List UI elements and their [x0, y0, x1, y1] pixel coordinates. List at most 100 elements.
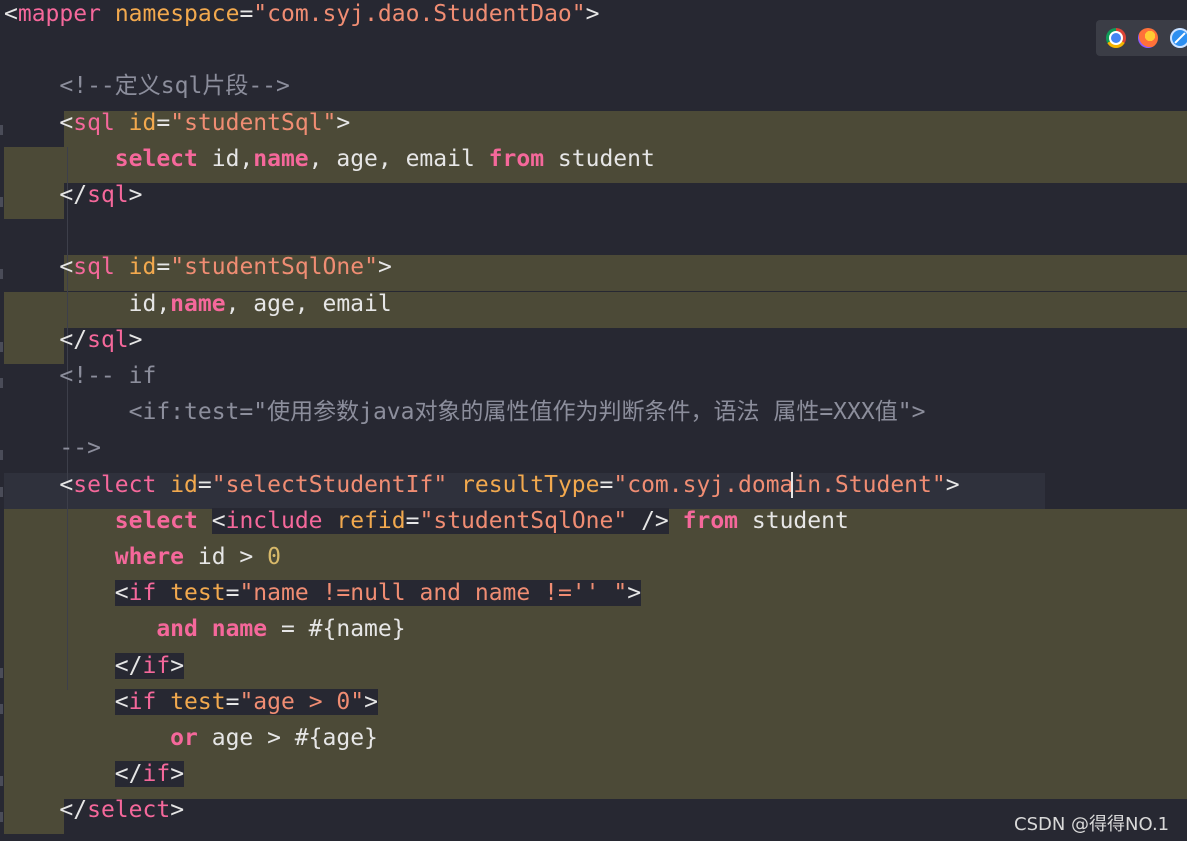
code-line[interactable]: </if>	[4, 756, 185, 792]
code-token-attr: namespace	[114, 1, 240, 27]
fold-marker[interactable]	[0, 197, 3, 207]
fold-marker[interactable]	[0, 704, 3, 714]
code-token-br: <	[114, 689, 129, 715]
fold-marker[interactable]	[0, 269, 3, 279]
code-line[interactable]: <sql id="studentSqlOne">	[4, 249, 391, 285]
code-line[interactable]: </sql>	[4, 177, 142, 213]
code-token-sp	[4, 761, 115, 787]
browser-preview-bar	[1096, 20, 1187, 56]
fold-marker[interactable]	[0, 450, 3, 460]
code-token-attr: test	[170, 580, 226, 606]
code-line[interactable]: where id > 0	[4, 539, 281, 575]
code-token-cm: <!--定义sql片段-->	[59, 73, 290, 99]
code-line[interactable]: <mapper namespace="com.syj.dao.StudentDa…	[4, 0, 600, 32]
code-token-txt: id >	[184, 544, 268, 570]
code-token-kw: from	[488, 146, 545, 172]
code-token-sp	[115, 254, 129, 280]
code-token-txt: = #{name}	[267, 616, 406, 642]
code-token-tag: if	[142, 761, 171, 787]
code-token-attr: test	[170, 689, 226, 715]
code-token-kw: select	[114, 146, 198, 172]
code-token-br: =	[225, 580, 240, 606]
code-token-cm: <if:test="使用参数java对象的属性值作为判断条件，语法 属性=XXX…	[128, 399, 926, 425]
code-token-attr: resultType	[461, 472, 600, 498]
code-token-br: =	[197, 472, 212, 498]
code-token-br: =	[156, 254, 171, 280]
code-token-sp	[4, 472, 59, 498]
code-token-tag: if	[142, 653, 171, 679]
code-token-attr: id	[128, 254, 157, 280]
code-token-attr: refid	[336, 508, 406, 534]
code-token-str: "studentSql"	[170, 110, 337, 136]
fold-marker[interactable]	[0, 776, 3, 786]
code-token-br: >	[170, 653, 185, 679]
code-token-br: =	[156, 110, 171, 136]
fold-marker[interactable]	[0, 668, 3, 678]
fold-marker[interactable]	[0, 812, 3, 822]
code-token-kw: name	[211, 616, 268, 642]
code-token-br: >	[364, 689, 378, 715]
code-editor[interactable]: <mapper namespace="com.syj.dao.StudentDa…	[0, 0, 1187, 841]
code-token-sp	[4, 110, 59, 136]
code-token-sp	[627, 508, 642, 534]
code-line[interactable]: <if test="name !=null and name !='' ">	[4, 575, 642, 611]
code-token-br: </	[114, 761, 143, 787]
code-token-br: =	[599, 472, 614, 498]
code-token-tag: sql	[87, 182, 129, 208]
code-line[interactable]: or age > #{age}	[4, 720, 378, 756]
code-line[interactable]: </sql>	[4, 322, 142, 358]
code-line[interactable]: </select>	[4, 792, 184, 828]
code-line[interactable]: <sql id="studentSql">	[4, 105, 350, 141]
code-token-tag: include	[225, 508, 323, 534]
code-line[interactable]: <!-- if	[4, 358, 156, 394]
code-token-str: "com.syj.dao.StudentDao"	[253, 1, 586, 27]
firefox-icon[interactable]	[1138, 28, 1158, 48]
code-token-br: </	[59, 327, 88, 353]
fold-marker[interactable]	[0, 378, 3, 388]
code-line[interactable]: id,name, age, email	[4, 286, 392, 322]
code-token-sp	[4, 291, 129, 317]
fold-marker[interactable]	[0, 487, 3, 497]
code-line[interactable]: <if:test="使用参数java对象的属性值作为判断条件，语法 属性=XXX…	[4, 394, 926, 430]
code-token-tag: mapper	[17, 1, 101, 27]
code-token-kw: and	[156, 616, 198, 642]
code-token-br: >	[945, 472, 960, 498]
code-line[interactable]: select <include refid="studentSqlOne" />…	[4, 503, 849, 539]
fold-marker[interactable]	[0, 342, 3, 352]
code-token-kw: name	[253, 146, 309, 172]
code-token-str: "com.syj.domain.Student"	[613, 472, 946, 498]
code-token-sp	[4, 182, 59, 208]
code-line[interactable]: <if test="age > 0">	[4, 684, 378, 720]
code-token-br: =	[225, 689, 240, 715]
code-token-cm: <!-- if	[59, 363, 157, 389]
code-token-sp	[4, 73, 59, 99]
code-token-sp	[4, 399, 129, 425]
code-token-kw: name	[170, 291, 226, 317]
code-line[interactable]: and name = #{name}	[4, 611, 406, 647]
code-token-br: </	[59, 797, 88, 823]
code-token-br: =	[239, 1, 254, 27]
code-line[interactable]: -->	[4, 430, 101, 466]
code-token-tag: if	[128, 580, 157, 606]
safari-icon[interactable]	[1170, 28, 1187, 48]
code-line[interactable]: </if>	[4, 648, 185, 684]
code-token-br: <	[59, 254, 74, 280]
csdn-watermark: CSDN @得得NO.1	[1014, 814, 1170, 835]
code-token-sp	[4, 508, 115, 534]
code-token-sp	[4, 725, 170, 751]
code-token-sp	[669, 508, 683, 534]
code-line[interactable]: <select id="selectStudentIf" resultType=…	[4, 467, 960, 503]
code-token-br: >	[585, 1, 600, 27]
code-token-br: >	[170, 761, 185, 787]
code-token-kw: where	[114, 544, 185, 570]
code-token-br: <	[59, 110, 74, 136]
code-line[interactable]: <!--定义sql片段-->	[4, 68, 290, 104]
fold-marker[interactable]	[0, 125, 3, 135]
code-token-txt: student	[544, 146, 655, 172]
code-token-br: <	[211, 508, 226, 534]
code-line[interactable]: select id,name, age, email from student	[4, 141, 655, 177]
chrome-icon[interactable]	[1106, 28, 1126, 48]
code-token-str: "studentSqlOne"	[170, 254, 378, 280]
code-token-tag: sql	[87, 327, 129, 353]
code-token-br: >	[336, 110, 351, 136]
